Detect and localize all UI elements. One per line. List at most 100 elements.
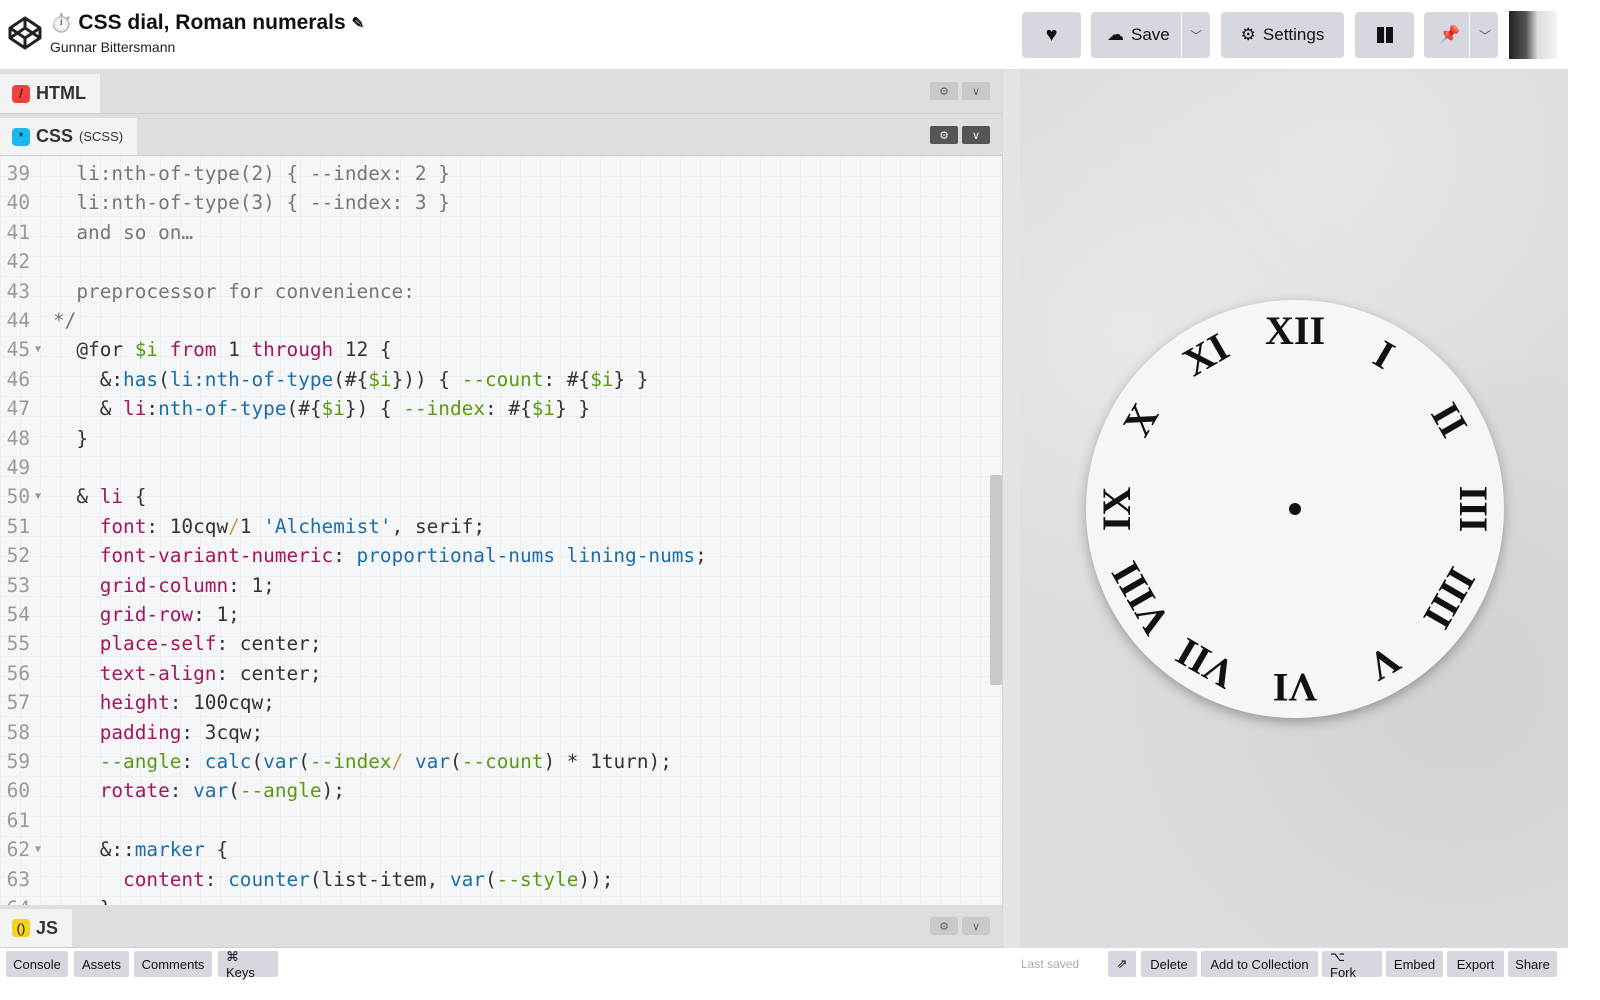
chevron-down-icon[interactable]: ﹀ bbox=[1479, 27, 1491, 44]
code-token: / bbox=[228, 514, 240, 538]
code-line[interactable]: 58 padding: 3cqw; bbox=[0, 718, 990, 747]
header: ⏱️ CSS dial, Roman numerals ✎ Gunnar Bitte… bbox=[0, 0, 1568, 70]
footer-button-addtocollection[interactable]: Add to Collection bbox=[1201, 951, 1318, 977]
fold-arrow-icon[interactable]: ▼ bbox=[35, 482, 41, 511]
code-line[interactable]: 56 text-align: center; bbox=[0, 659, 990, 688]
panel-resize-handle[interactable] bbox=[1002, 70, 1020, 948]
code-token: ) * 1turn); bbox=[543, 750, 672, 773]
tab-css-preprocessor: (SCSS) bbox=[79, 129, 124, 144]
code-line[interactable]: 63 content: counter(list-item, var(--sty… bbox=[0, 865, 990, 894]
clock-numeral: VIII bbox=[1102, 554, 1179, 643]
code-token: &:: bbox=[53, 838, 135, 862]
clock-numeral: X bbox=[1113, 395, 1168, 444]
js-collapse-button[interactable]: ∨ bbox=[962, 917, 990, 935]
line-number: 52 bbox=[6, 544, 30, 568]
chevron-down-icon[interactable]: ﹀ bbox=[1190, 27, 1202, 44]
footer-button-embed[interactable]: Embed bbox=[1386, 951, 1443, 977]
external-link-icon[interactable]: ⇗ bbox=[1108, 951, 1136, 977]
code-line[interactable]: 45 ▼ @for $i from 1 through 12 { bbox=[0, 335, 990, 364]
code-token: ); bbox=[321, 779, 345, 803]
code-line[interactable]: 46 &:has(li:nth-of-type(#{$i})) { --coun… bbox=[0, 365, 990, 394]
layout-button[interactable] bbox=[1355, 12, 1414, 58]
js-settings-button[interactable]: ⚙ bbox=[930, 917, 958, 935]
code-line[interactable]: 54 grid-row: 1; bbox=[0, 600, 990, 629]
code-line[interactable]: 44 */ bbox=[0, 306, 990, 335]
love-button[interactable]: ♥ bbox=[1022, 12, 1081, 58]
footer-button-keys[interactable]: ⌘ Keys bbox=[218, 949, 278, 980]
code-token: height bbox=[53, 691, 170, 715]
code-line[interactable]: 57 height: 100cqw; bbox=[0, 688, 990, 717]
html-collapse-button[interactable]: ∨ bbox=[962, 82, 990, 100]
js-badge-icon: () bbox=[12, 919, 30, 937]
fold-arrow-icon[interactable]: ▼ bbox=[35, 835, 41, 864]
code-token: and so on… bbox=[53, 220, 194, 244]
preview-pane: XII I II III IIII V VI VII VIII IX X XI bbox=[1020, 70, 1568, 948]
code-line[interactable]: 53 grid-column: 1; bbox=[0, 571, 990, 600]
code-scrollbar[interactable] bbox=[990, 475, 1002, 685]
pen-title-text[interactable]: CSS dial, Roman numerals bbox=[78, 11, 345, 35]
code-token: --angle bbox=[53, 750, 182, 773]
code-line[interactable]: 48 } bbox=[0, 424, 990, 453]
js-editor-bar: () JS ⚙ ∨ bbox=[0, 905, 1002, 948]
code-token: { bbox=[204, 838, 229, 862]
code-line[interactable]: 64 } bbox=[0, 894, 990, 905]
footer-button-comments[interactable]: Comments bbox=[134, 951, 212, 977]
css-code-editor[interactable]: 39 li:nth-of-type(2) { --index: 2 } 40 li… bbox=[0, 156, 1002, 905]
clock-numeral: VI bbox=[1272, 665, 1318, 710]
html-settings-button[interactable]: ⚙ bbox=[930, 82, 958, 100]
footer-button-assets[interactable]: Assets bbox=[74, 951, 129, 977]
code-line[interactable]: 51 font: 10cqw/1 'Alchemist', serif; bbox=[0, 512, 990, 541]
code-token: : #{ bbox=[543, 367, 591, 391]
code-text: & li { bbox=[53, 482, 146, 511]
css-collapse-button[interactable]: ∨ bbox=[962, 126, 990, 144]
code-token: (#{ bbox=[286, 397, 322, 421]
code-line[interactable]: 61 bbox=[0, 806, 990, 835]
css-settings-button[interactable]: ⚙ bbox=[930, 126, 958, 144]
line-number: 39 bbox=[6, 162, 30, 185]
code-line[interactable]: 42 bbox=[0, 247, 990, 276]
code-line[interactable]: 59 --angle: calc(var(--index/ var(--coun… bbox=[0, 747, 990, 776]
tab-js[interactable]: () JS bbox=[0, 909, 73, 947]
code-line[interactable]: 50 ▼ & li { bbox=[0, 482, 990, 511]
code-token: ( bbox=[228, 779, 240, 803]
code-token: var bbox=[415, 750, 451, 773]
line-number: 49 bbox=[6, 456, 30, 479]
code-line[interactable]: 41 and so on… bbox=[0, 218, 990, 247]
settings-button[interactable]: ⚙ Settings bbox=[1221, 12, 1344, 58]
code-token: $i bbox=[590, 367, 614, 391]
code-line[interactable]: 43 preprocessor for convenience: bbox=[0, 277, 990, 306]
code-line[interactable]: 47 & li:nth-of-type(#{$i}) { --index: #{… bbox=[0, 394, 990, 423]
code-text: &::marker { bbox=[53, 835, 228, 864]
codepen-logo[interactable] bbox=[8, 16, 42, 50]
footer-button-export[interactable]: Export bbox=[1447, 951, 1504, 977]
code-line[interactable]: 55 place-self: center; bbox=[0, 629, 990, 658]
code-text: height: 100cqw; bbox=[53, 688, 275, 717]
pencil-icon[interactable]: ✎ bbox=[352, 14, 365, 32]
code-text: place-self: center; bbox=[53, 629, 322, 658]
code-token: grid-column bbox=[53, 573, 229, 597]
save-button[interactable]: ☁ Save ﹀ bbox=[1091, 12, 1210, 58]
footer-button-fork[interactable]: ⌥ Fork bbox=[1322, 949, 1382, 980]
code-line[interactable]: 62 ▼ &::marker { bbox=[0, 835, 990, 864]
html-editor-bar: / HTML ⚙ ∨ bbox=[0, 70, 1002, 114]
avatar[interactable] bbox=[1509, 11, 1557, 59]
code-line[interactable]: 52 font-variant-numeric: proportional-nu… bbox=[0, 541, 990, 570]
pin-button[interactable]: 📌 ﹀ bbox=[1424, 12, 1498, 58]
footer-button-console[interactable]: Console bbox=[6, 951, 68, 977]
clock-numeral: V bbox=[1360, 636, 1409, 691]
code-line[interactable]: 39 li:nth-of-type(2) { --index: 2 } bbox=[0, 159, 990, 188]
code-token: : #{ bbox=[485, 397, 532, 421]
tab-css[interactable]: * CSS (SCSS) bbox=[0, 118, 138, 155]
code-line[interactable]: 40 li:nth-of-type(3) { --index: 3 } bbox=[0, 188, 990, 217]
code-line[interactable]: 49 bbox=[0, 453, 990, 482]
code-token: })) { bbox=[391, 367, 462, 391]
footer-button-delete[interactable]: Delete bbox=[1141, 951, 1197, 977]
author-name[interactable]: Gunnar Bittersmann bbox=[50, 39, 175, 55]
line-number: 41 bbox=[6, 220, 30, 244]
code-line[interactable]: 60 rotate: var(--angle); bbox=[0, 776, 990, 805]
tab-html[interactable]: / HTML bbox=[0, 74, 100, 113]
code-token: 'Alchemist' bbox=[263, 514, 392, 538]
fold-arrow-icon[interactable]: ▼ bbox=[35, 335, 41, 364]
footer-button-share[interactable]: Share bbox=[1508, 951, 1557, 977]
